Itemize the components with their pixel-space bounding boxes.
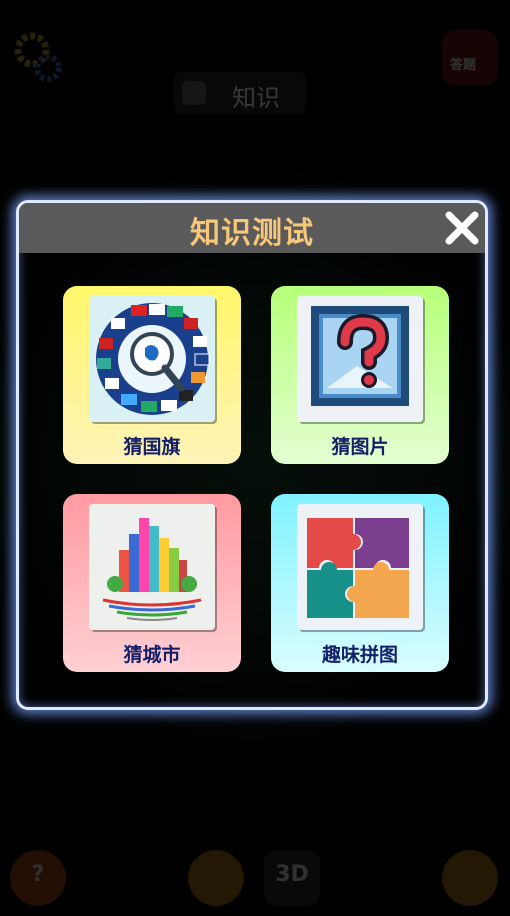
close-icon[interactable] <box>443 209 481 247</box>
city-skyline-icon <box>89 504 215 630</box>
fun-puzzle-card[interactable]: 趣味拼图 <box>271 494 449 672</box>
dialog-title: 知识测试 <box>190 216 314 251</box>
guess-city-label: 猜城市 <box>123 644 181 666</box>
puzzle-icon <box>297 504 423 630</box>
guess-flag-card[interactable]: 猜国旗 <box>63 286 241 464</box>
guess-city-card[interactable]: 猜城市 <box>63 494 241 672</box>
guess-flag-label: 猜国旗 <box>123 436 181 458</box>
guess-picture-label: 猜图片 <box>331 436 389 458</box>
question-picture-icon <box>297 296 423 422</box>
dialog-title-bar: 知识测试 <box>19 203 485 253</box>
fun-puzzle-label: 趣味拼图 <box>321 644 398 666</box>
flag-globe-icon <box>89 296 215 422</box>
guess-picture-card[interactable]: 猜图片 <box>271 286 449 464</box>
knowledge-quiz-dialog: 知识测试 猜国旗 猜图片 猜城市 趣味拼图 <box>16 200 488 710</box>
